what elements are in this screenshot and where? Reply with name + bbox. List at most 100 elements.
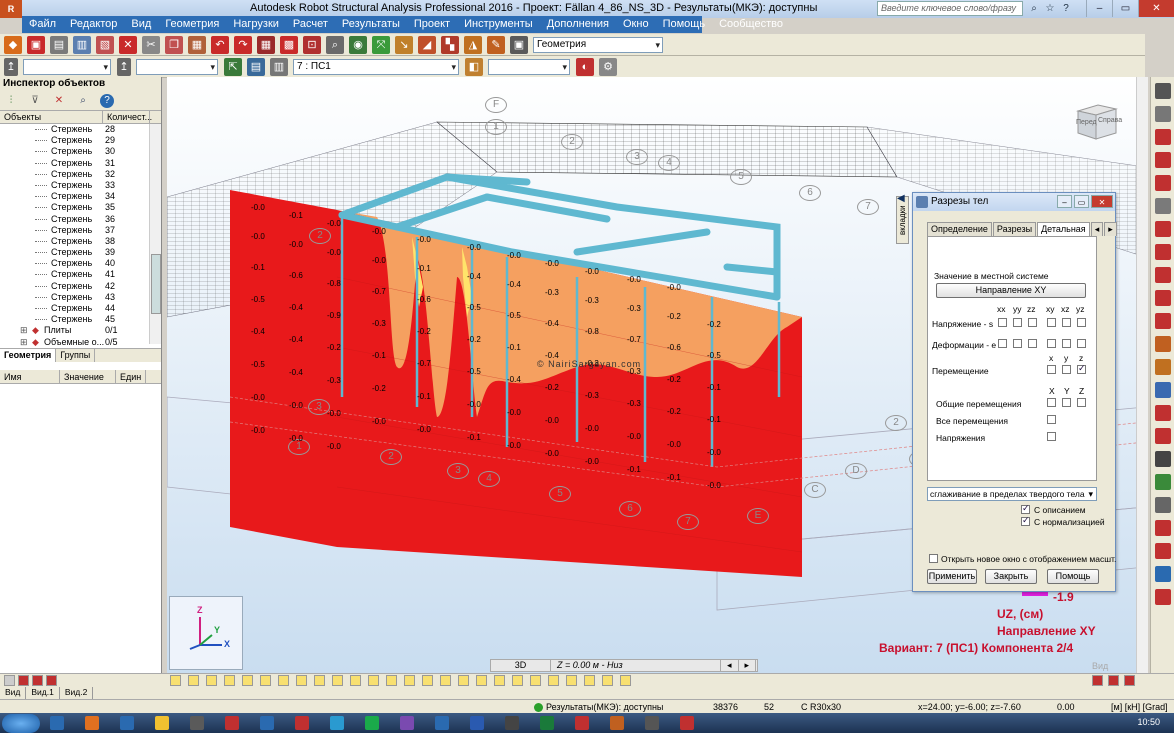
display-option-icon[interactable] — [314, 675, 325, 686]
strain-xy-checkbox[interactable] — [1047, 339, 1056, 348]
analysis-icon[interactable] — [1155, 382, 1171, 398]
clear-filter-icon[interactable]: ✕ — [52, 94, 66, 108]
case-icon[interactable]: ▤ — [247, 57, 265, 76]
maximize-button[interactable]: ▭ — [1112, 0, 1138, 17]
strain-xx-checkbox[interactable] — [998, 339, 1007, 348]
help-button[interactable]: Помощь — [1047, 569, 1099, 584]
tree-icon[interactable]: ⫶ — [4, 94, 18, 108]
table-icon[interactable] — [1155, 451, 1171, 467]
whatsapp-icon[interactable] — [365, 716, 379, 730]
menu-item-6[interactable]: Результаты — [335, 15, 407, 34]
tab-definition[interactable]: Определение — [927, 222, 992, 236]
menu-item-1[interactable]: Редактор — [63, 15, 124, 34]
tree-row[interactable]: Стержень 28 — [0, 124, 161, 135]
print-icon[interactable] — [1155, 589, 1171, 605]
display-option-icon[interactable] — [296, 675, 307, 686]
app-logo[interactable]: R — [0, 0, 22, 18]
display-option-icon[interactable] — [260, 675, 271, 686]
view-cube[interactable]: Перед Справа — [1072, 95, 1122, 143]
tree-row[interactable]: Стержень 45 — [0, 314, 161, 325]
expand-icon[interactable]: ⊞ — [20, 337, 28, 348]
display-option-icon[interactable] — [566, 675, 577, 686]
stress-yz-checkbox[interactable] — [1077, 318, 1086, 327]
tree-row[interactable]: Стержень 30 — [0, 146, 161, 157]
tree-group-row[interactable]: ⊞ ◆ Плиты 0/1 — [0, 325, 161, 336]
cut-icon[interactable]: ✂ — [142, 35, 160, 54]
display-option-icon[interactable] — [548, 675, 559, 686]
solid-icon[interactable] — [1155, 313, 1171, 329]
tree-row[interactable]: Стержень 35 — [0, 202, 161, 213]
new-icon[interactable]: ◆ — [4, 35, 22, 54]
menu-item-2[interactable]: Вид — [124, 15, 158, 34]
dialog-titlebar[interactable]: Разрезы тел – ▭ ✕ — [913, 193, 1115, 211]
display-option-icon[interactable] — [602, 675, 613, 686]
binoculars-icon[interactable]: ⌕ — [1027, 2, 1041, 16]
map-icon[interactable] — [1155, 428, 1171, 444]
screen-capture-icon[interactable]: ▧ — [96, 35, 114, 54]
tree-scroll-thumb[interactable] — [151, 254, 161, 314]
disp-z-checkbox[interactable] — [1077, 363, 1086, 374]
firefox-icon[interactable] — [85, 716, 99, 730]
star-icon[interactable]: ☆ — [1043, 2, 1057, 16]
word-icon[interactable] — [435, 716, 449, 730]
section-icon[interactable] — [1155, 198, 1171, 214]
start-button[interactable] — [2, 714, 40, 733]
results-icon[interactable]: ◢ — [418, 35, 436, 54]
stress-yy-checkbox[interactable] — [1013, 318, 1022, 327]
mode-combo[interactable] — [488, 58, 570, 75]
menu-item-8[interactable]: Инструменты — [457, 15, 540, 34]
display-option-icon[interactable] — [224, 675, 235, 686]
explorer-icon[interactable] — [120, 716, 134, 730]
view-tab-2[interactable]: Вид.2 — [60, 687, 94, 699]
offset-icon[interactable] — [1155, 267, 1171, 283]
view-option-icon[interactable] — [1124, 675, 1135, 686]
open-new-window-checkbox[interactable] — [929, 554, 938, 563]
tree-row[interactable]: Стержень 40 — [0, 258, 161, 269]
disp-x-checkbox[interactable] — [1047, 365, 1056, 374]
menu-item-3[interactable]: Геометрия — [158, 15, 226, 34]
col-count[interactable]: Количест... — [103, 111, 152, 123]
with-description-checkbox[interactable] — [1021, 503, 1030, 514]
panel-option-icon[interactable] — [4, 675, 15, 686]
stress-xx-checkbox[interactable] — [998, 318, 1007, 327]
level-down-icon[interactable]: ◂ — [721, 660, 739, 671]
skype-icon[interactable] — [330, 716, 344, 730]
load-icon[interactable] — [1155, 336, 1171, 352]
diagram-icon[interactable]: ▚ — [441, 35, 459, 54]
tab-scroll-right[interactable]: ▸ — [1104, 222, 1117, 236]
report-icon[interactable] — [1155, 543, 1171, 559]
display-option-icon[interactable] — [512, 675, 523, 686]
help-icon[interactable]: ? — [100, 93, 114, 108]
menu-item-4[interactable]: Нагрузки — [226, 15, 286, 34]
check-icon[interactable] — [1155, 474, 1171, 490]
paste-icon[interactable]: ▦ — [188, 35, 206, 54]
menu-item-10[interactable]: Окно — [616, 15, 656, 34]
combination-icon[interactable] — [1155, 359, 1171, 375]
display-option-icon[interactable] — [476, 675, 487, 686]
strain-xz-checkbox[interactable] — [1062, 339, 1071, 348]
folder-icon[interactable] — [155, 716, 169, 730]
inspector-tab-1[interactable]: Группы — [56, 349, 96, 362]
tree-row[interactable]: Стержень 43 — [0, 292, 161, 303]
calculator-icon[interactable]: ▩ — [280, 35, 298, 54]
node-icon[interactable] — [1155, 129, 1171, 145]
display-option-icon[interactable] — [440, 675, 451, 686]
app-icon[interactable] — [295, 716, 309, 730]
ie-icon[interactable] — [50, 716, 64, 730]
outlook-icon[interactable] — [470, 716, 484, 730]
case-list-icon[interactable]: ▥ — [270, 57, 288, 76]
settings-icon[interactable]: ⚙ — [599, 57, 617, 76]
tree-row[interactable]: Стержень 34 — [0, 191, 161, 202]
tree-row[interactable]: Стержень 41 — [0, 269, 161, 280]
stresses-checkbox[interactable] — [1047, 432, 1056, 441]
lock-icon[interactable]: ⊡ — [303, 35, 321, 54]
display-option-icon[interactable] — [422, 675, 433, 686]
tree-scrollbar[interactable] — [149, 124, 161, 344]
view-mode[interactable]: 3D — [491, 660, 551, 671]
strain-yz-checkbox[interactable] — [1077, 339, 1086, 348]
redo-icon[interactable]: ↷ — [234, 35, 252, 54]
panel-option-icon[interactable] — [18, 675, 29, 686]
print-icon[interactable]: ▤ — [50, 35, 68, 54]
layout-icon[interactable]: ▣ — [510, 35, 528, 54]
menu-item-7[interactable]: Проект — [407, 15, 457, 34]
